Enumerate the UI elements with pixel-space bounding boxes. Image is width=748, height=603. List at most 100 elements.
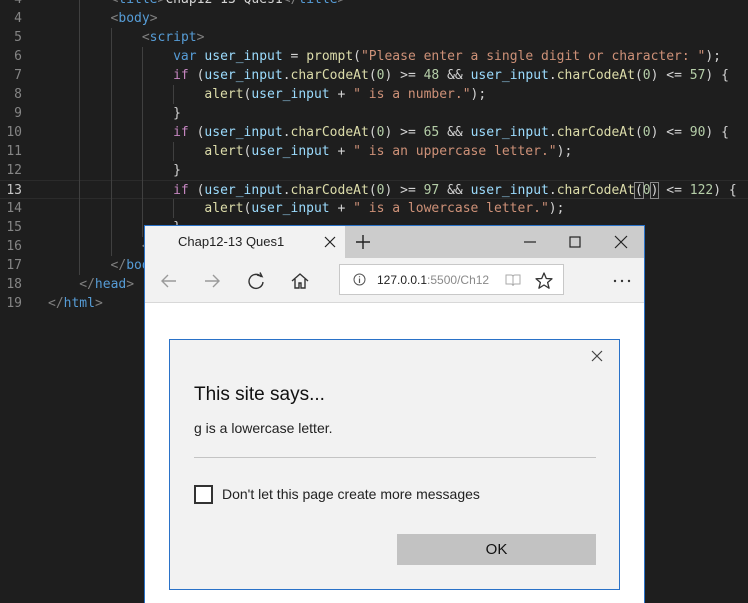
indent-guide [141,47,143,66]
indent-guide [173,142,175,161]
dialog-title: This site says... [194,384,325,405]
tab-close-icon[interactable] [320,232,340,252]
line-number: 13 [6,183,22,198]
code-line[interactable]: 4 <title>Chap12-13 Ques1</title> [0,0,748,9]
home-icon[interactable] [289,270,311,292]
address-bar[interactable]: 127.0.0.1:5500/Ch12 [339,264,564,295]
indent-guide [141,66,143,85]
code-text: } [173,106,181,121]
info-icon[interactable] [353,273,366,286]
indent-guide [79,9,81,28]
code-line[interactable]: 8 alert(user_input + " is a number."); [0,85,748,104]
dialog-divider [194,457,596,458]
code-text: <body> [110,11,158,26]
line-number: 18 [6,277,22,292]
more-icon[interactable] [611,270,633,292]
code-line[interactable]: 13 if (user_input.charCodeAt(0) >= 97 && … [0,180,748,199]
code-text: <script> [141,30,205,45]
close-icon[interactable] [611,232,631,252]
line-number: 15 [6,220,22,235]
indent-guide [141,104,143,123]
code-text: </html> [48,296,103,311]
indent-guide [110,180,112,199]
indent-guide [79,104,81,123]
indent-guide [79,256,81,275]
alert-dialog: This site says... g is a lowercase lette… [169,339,620,590]
browser-tab[interactable]: Chap12-13 Ques1 [145,226,345,258]
code-line[interactable]: 6 var user_input = prompt("Please enter a… [0,47,748,66]
code-line[interactable]: 4 <body> [0,9,748,28]
browser-toolbar: 127.0.0.1:5500/Ch12 [145,258,644,303]
dialog-message: g is a lowercase letter. [194,420,333,436]
tab-title: Chap12-13 Ques1 [178,234,285,249]
indent-guide [141,161,143,180]
forward-icon[interactable] [201,270,223,292]
line-number: 5 [14,30,22,45]
indent-guide [110,104,112,123]
url-rest: :5500/Ch12 [427,273,490,287]
indent-guide [110,47,112,66]
favorite-star-icon[interactable] [533,270,555,292]
suppress-messages-label[interactable]: Don't let this page create more messages [222,486,480,502]
indent-guide [79,85,81,104]
indent-guide [110,237,112,256]
indent-guide [141,199,143,218]
indent-guide [79,66,81,85]
indent-guide [79,47,81,66]
indent-guide [141,180,143,199]
line-number: 12 [6,163,22,178]
line-number: 11 [6,144,22,159]
indent-guide [79,218,81,237]
code-line[interactable]: 10 if (user_input.charCodeAt(0) >= 65 && … [0,123,748,142]
minimize-icon[interactable] [520,232,540,252]
code-line[interactable]: 9} [0,104,748,123]
code-text: alert(user_input + " is a number."); [204,87,487,102]
code-text: if (user_input.charCodeAt(0) >= 97 && us… [173,182,737,199]
code-line[interactable]: 7 if (user_input.charCodeAt(0) >= 48 && u… [0,66,748,85]
indent-guide [110,199,112,218]
refresh-icon[interactable] [245,270,267,292]
line-number: 9 [14,106,22,121]
indent-guide [79,0,81,9]
browser-window: Chap12-13 Ques1 127.0.0.1:5500/Ch12 This… [145,226,644,603]
code-line[interactable]: 14 alert(user_input + " is a lowercase le… [0,199,748,218]
indent-guide [79,142,81,161]
indent-guide [110,142,112,161]
indent-guide [141,218,143,237]
ok-button[interactable]: OK [397,534,596,565]
code-line[interactable]: 5 <script> [0,28,748,47]
code-text: } [173,163,181,178]
line-number: 4 [14,11,22,26]
code-line[interactable]: 11 alert(user_input + " is an uppercase l… [0,142,748,161]
line-number: 17 [6,258,22,273]
line-number: 7 [14,68,22,83]
back-icon[interactable] [158,270,180,292]
reading-view-icon[interactable] [505,272,521,288]
indent-guide [79,161,81,180]
indent-guide [79,123,81,142]
indent-guide [141,85,143,104]
indent-guide [173,85,175,104]
code-text: var user_input = prompt("Please enter a … [173,49,722,64]
indent-guide [79,237,81,256]
code-line[interactable]: 12} [0,161,748,180]
line-number: 14 [6,201,22,216]
maximize-icon[interactable] [565,232,585,252]
code-text: </head> [79,277,135,292]
indent-guide [141,123,143,142]
indent-guide [110,85,112,104]
code-text: alert(user_input + " is a lowercase lett… [204,201,565,216]
indent-guide [173,199,175,218]
url-text: 127.0.0.1:5500/Ch12 [377,273,489,287]
new-tab-icon[interactable] [352,232,374,252]
suppress-messages-checkbox[interactable] [194,485,213,504]
indent-guide [110,28,112,47]
dialog-close-icon[interactable] [588,347,606,365]
code-text: <title>Chap12-13 Ques1</title> [111,0,346,9]
indent-guide [110,161,112,180]
line-number: 4 [0,0,22,9]
title-bar: Chap12-13 Ques1 [145,226,644,258]
code-text: if (user_input.charCodeAt(0) >= 65 && us… [173,125,729,140]
indent-guide [110,123,112,142]
indent-guide [79,180,81,199]
